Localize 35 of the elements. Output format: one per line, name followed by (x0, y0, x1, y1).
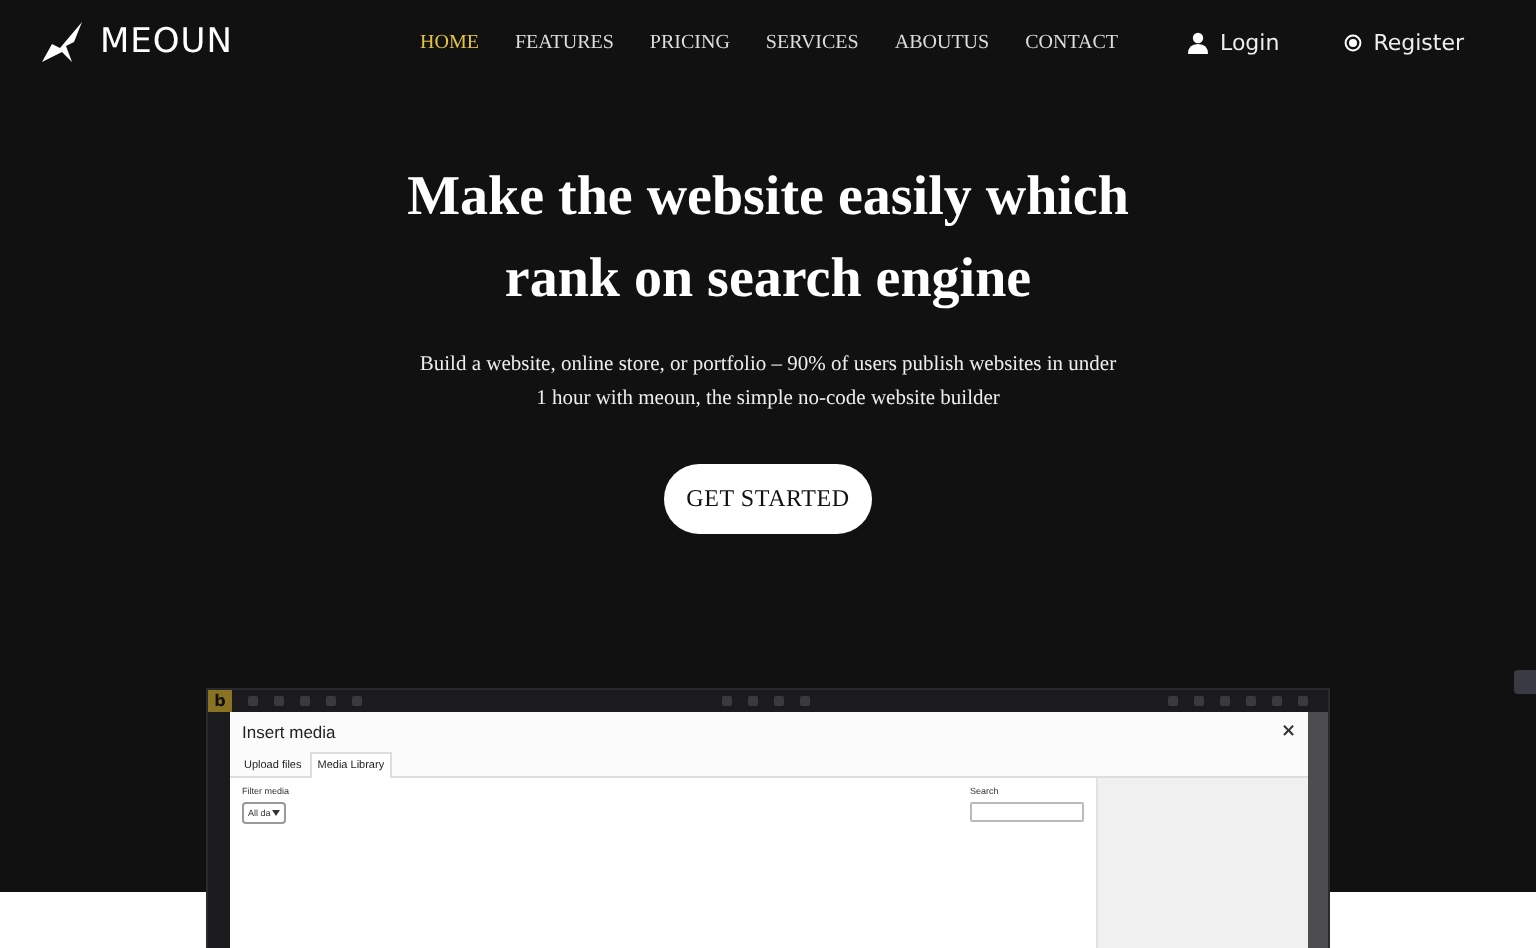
nav-link[interactable]: SERVICES (765, 31, 859, 53)
toolbar-icon[interactable] (799, 696, 809, 706)
toolbar-icon[interactable] (1194, 696, 1204, 706)
nav-link[interactable]: CONTACT (1025, 31, 1119, 53)
nav-link[interactable]: ABOUTUS (894, 31, 990, 53)
caret-icon (272, 810, 281, 816)
toolbar-icon[interactable] (274, 696, 284, 706)
user-icon (1188, 31, 1209, 53)
brand-name: MEOUN (100, 22, 233, 62)
hero-subtitle: Build a website, online store, or portfolio – 90% of users publish websites in under 1 hour with meoun, the simple no-code website builder (419, 352, 1117, 414)
toolbar-icon[interactable] (1298, 696, 1308, 706)
toolbar-icon[interactable] (1168, 696, 1178, 706)
side-tab[interactable] (1514, 670, 1536, 694)
toolbar-icon[interactable] (1272, 696, 1282, 706)
hero-title: Make the website easily which rank on search engine (407, 164, 1129, 314)
get-started-button[interactable]: GET STARTED (664, 464, 872, 534)
register-link[interactable]: Register (1343, 29, 1464, 55)
nav-link[interactable]: HOME (420, 31, 479, 53)
toolbar-icon[interactable] (1246, 696, 1256, 706)
editor-logo: b (208, 690, 232, 712)
login-link[interactable]: Login (1188, 29, 1280, 55)
toolbar-icon[interactable] (1220, 696, 1230, 706)
toolbar-icon[interactable] (352, 696, 362, 706)
toolbar-icon[interactable] (773, 696, 783, 706)
toolbar-icon[interactable] (300, 696, 310, 706)
nav-link[interactable]: FEATURES (514, 31, 614, 53)
dialog-title: Insert media (242, 722, 336, 742)
toolbar-icon[interactable] (248, 696, 258, 706)
radio-icon (1343, 33, 1362, 51)
close-button[interactable]: × (1280, 722, 1296, 742)
toolbar-icon[interactable] (721, 696, 731, 706)
nav-link[interactable]: PRICING (649, 31, 730, 53)
toolbar-icon[interactable] (747, 696, 757, 706)
search-field[interactable] (970, 802, 1084, 822)
toolbar-icon[interactable] (326, 696, 336, 706)
